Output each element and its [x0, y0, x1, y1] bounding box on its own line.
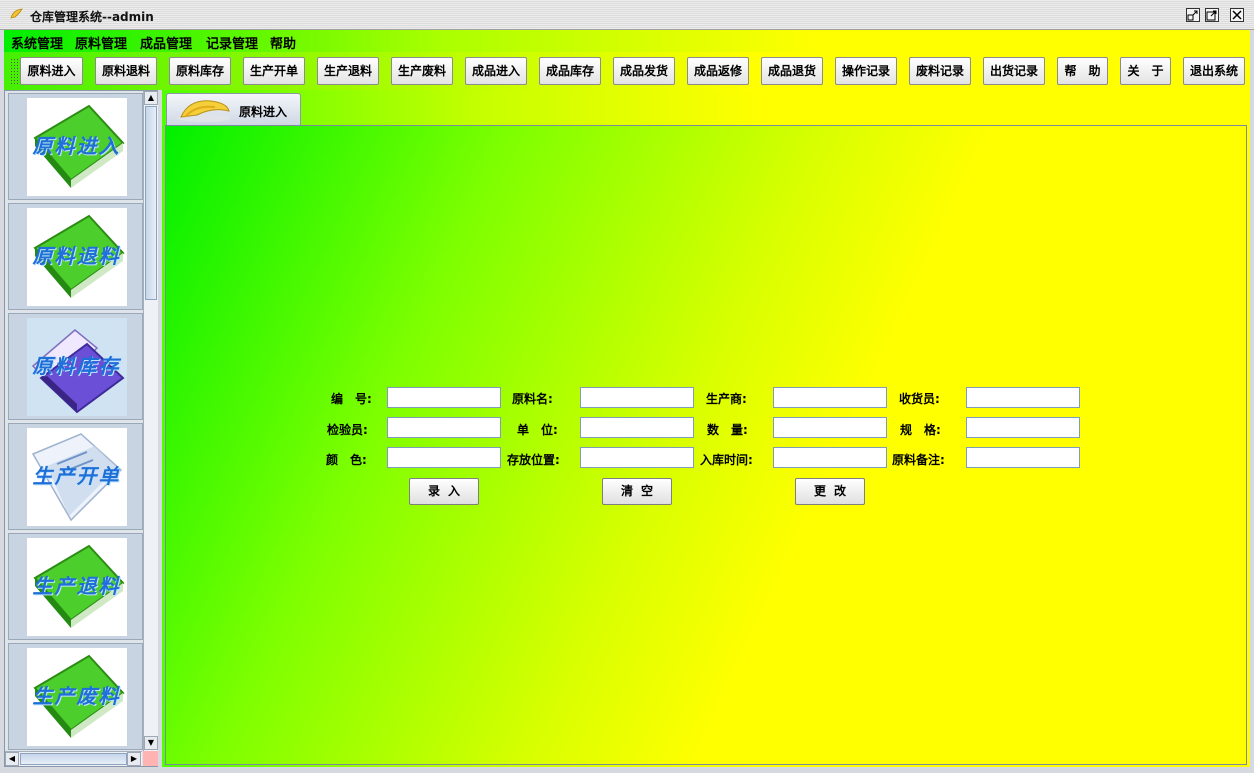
material-name-field[interactable]: [580, 387, 694, 408]
sidebar-item-material-stock[interactable]: 原料库存: [8, 313, 143, 420]
label-spec: 规 格:: [900, 423, 941, 437]
number-field[interactable]: [387, 387, 501, 408]
scroll-up-icon[interactable]: ▲: [144, 91, 158, 105]
sidebar-item-production-return[interactable]: 生产退料: [8, 533, 143, 640]
toolbar-product-repair[interactable]: 成品返修: [687, 57, 749, 85]
sidebar-item-production-waste[interactable]: 生产废料: [8, 643, 143, 750]
toolbar-product-return[interactable]: 成品退货: [761, 57, 823, 85]
tab-material-in[interactable]: 原料进入: [166, 93, 301, 125]
inspector-field[interactable]: [387, 417, 501, 438]
form-area: 编 号: 原料名: 生产商: 收货员: 检验员: 单 位: 数 量: 规 格: …: [165, 125, 1247, 765]
sidebar: 原料进入 原料退料 原料库存 生产开单 生产退料 生产废料 ▲ ▼ ◀ ▶: [4, 90, 158, 767]
toolbar-production-order[interactable]: 生产开单: [243, 57, 305, 85]
toolbar-help[interactable]: 帮 助: [1057, 57, 1108, 85]
toolbar-about[interactable]: 关 于: [1120, 57, 1171, 85]
manufacturer-field[interactable]: [773, 387, 887, 408]
sidebar-item-material-in[interactable]: 原料进入: [8, 93, 143, 200]
toolbar-product-ship[interactable]: 成品发货: [613, 57, 675, 85]
toolbar-material-stock[interactable]: 原料库存: [169, 57, 231, 85]
maximize-icon[interactable]: [1205, 8, 1219, 22]
toolbar-production-waste[interactable]: 生产废料: [391, 57, 453, 85]
title-bar: 仓库管理系统--admin: [0, 0, 1254, 30]
label-storage-location: 存放位置:: [507, 453, 560, 467]
label-number: 编 号:: [331, 392, 372, 406]
close-icon[interactable]: [1230, 8, 1244, 22]
sidebar-item-production-order[interactable]: 生产开单: [8, 423, 143, 530]
toolbar-product-in[interactable]: 成品进入: [465, 57, 527, 85]
toolbar-grip[interactable]: [10, 58, 18, 84]
toolbar-waste-log[interactable]: 废料记录: [909, 57, 971, 85]
app-icon: [10, 8, 24, 20]
toolbar-product-stock[interactable]: 成品库存: [539, 57, 601, 85]
spec-field[interactable]: [966, 417, 1080, 438]
label-manufacturer: 生产商:: [706, 392, 747, 406]
sidebar-horizontal-scrollbar[interactable]: ◀ ▶: [5, 751, 142, 766]
toolbar-material-in[interactable]: 原料进入: [20, 57, 83, 85]
label-quantity: 数 量:: [707, 423, 748, 437]
toolbar: 原料进入 原料退料 原料库存 生产开单 生产退料 生产废料 成品进入 成品库存 …: [4, 52, 1250, 90]
toolbar-production-return[interactable]: 生产退料: [317, 57, 379, 85]
restore-icon[interactable]: [1186, 8, 1200, 22]
storage-time-field[interactable]: [773, 447, 887, 468]
menu-bar: 系统管理 原料管理 成品管理 记录管理 帮助: [4, 30, 1250, 52]
receiver-field[interactable]: [966, 387, 1080, 408]
menu-material[interactable]: 原料管理: [75, 33, 127, 52]
storage-location-field[interactable]: [580, 447, 694, 468]
scroll-right-icon[interactable]: ▶: [127, 752, 141, 766]
toolbar-shipment-log[interactable]: 出货记录: [983, 57, 1045, 85]
label-storage-time: 入库时间:: [700, 453, 753, 467]
main-panel: 原料进入 编 号: 原料名: 生产商: 收货员: 检验员: 单 位: 数 量: …: [162, 90, 1250, 767]
unit-field[interactable]: [580, 417, 694, 438]
label-material-notes: 原料备注:: [892, 453, 945, 467]
banana-icon: [175, 97, 233, 123]
toolbar-operation-log[interactable]: 操作记录: [835, 57, 897, 85]
update-button[interactable]: 更改: [795, 478, 865, 505]
material-notes-field[interactable]: [966, 447, 1080, 468]
scroll-down-icon[interactable]: ▼: [144, 736, 158, 750]
toolbar-exit[interactable]: 退出系统: [1183, 57, 1245, 85]
label-receiver: 收货员:: [899, 392, 940, 406]
submit-button[interactable]: 录入: [409, 478, 479, 505]
menu-product[interactable]: 成品管理: [140, 33, 192, 52]
menu-system[interactable]: 系统管理: [11, 33, 63, 52]
menu-records[interactable]: 记录管理: [206, 33, 258, 52]
clear-button[interactable]: 清空: [602, 478, 672, 505]
scroll-left-icon[interactable]: ◀: [5, 752, 19, 766]
label-material-name: 原料名:: [512, 392, 553, 406]
vertical-scroll-thumb[interactable]: [145, 106, 157, 300]
color-field[interactable]: [387, 447, 501, 468]
sidebar-item-material-return[interactable]: 原料退料: [8, 203, 143, 310]
menu-help[interactable]: 帮助: [270, 33, 296, 52]
label-unit: 单 位:: [517, 423, 558, 437]
label-color: 颜 色:: [326, 453, 367, 467]
label-inspector: 检验员:: [327, 423, 368, 437]
window-title: 仓库管理系统--admin: [30, 10, 154, 24]
toolbar-material-return[interactable]: 原料退料: [95, 57, 157, 85]
horizontal-scroll-thumb[interactable]: [20, 753, 127, 765]
sidebar-vertical-scrollbar[interactable]: ▲ ▼: [143, 91, 158, 751]
quantity-field[interactable]: [773, 417, 887, 438]
scrollbar-corner: [143, 751, 158, 766]
